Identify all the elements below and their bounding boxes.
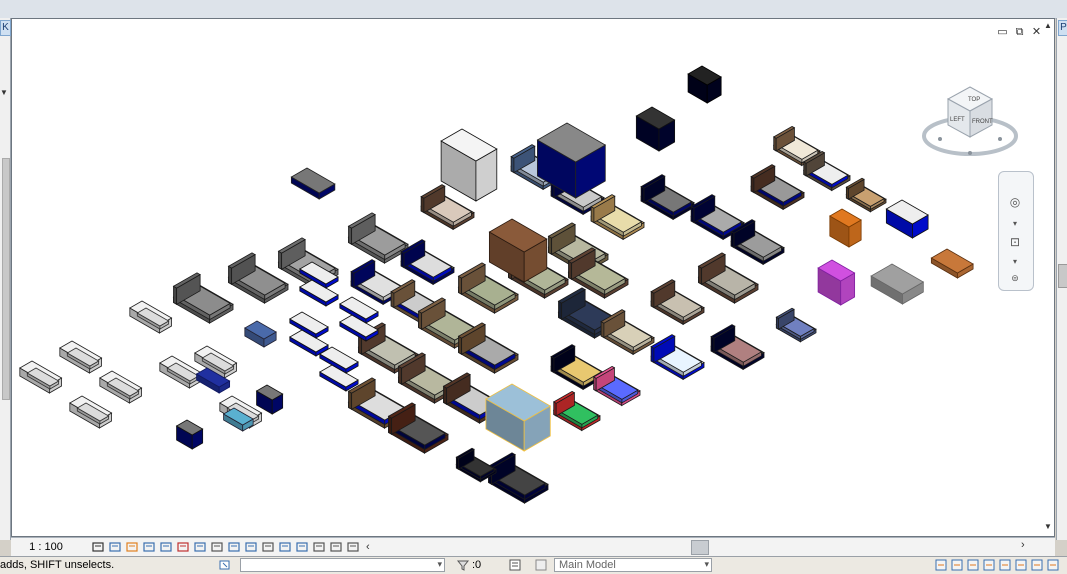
title-strip	[0, 0, 1067, 19]
navbar-options-icon[interactable]: ⊜	[1005, 268, 1025, 288]
viewcube-corner-dot[interactable]	[998, 137, 1002, 141]
filter-icon[interactable]	[456, 558, 470, 572]
left-scrollbar-thumb[interactable]	[2, 158, 10, 400]
active-only-icon[interactable]	[534, 558, 548, 572]
filter-selection-icon[interactable]	[1014, 558, 1028, 572]
viewcube-corner-dot[interactable]	[968, 151, 972, 155]
furniture-object[interactable]	[885, 199, 929, 239]
vertical-scrollbar[interactable]: ▲ ▼	[1042, 19, 1054, 536]
right-scrollbar-thumb[interactable]	[1058, 264, 1067, 288]
navigation-bar: ◎ ▾ ⊡ ▾ ⊜	[998, 171, 1034, 291]
furniture-object[interactable]	[870, 263, 925, 305]
furniture-object[interactable]	[488, 218, 548, 283]
select-by-face-icon[interactable]	[998, 558, 1012, 572]
design-option-selector[interactable]: Main Model ▾	[554, 558, 712, 572]
furniture-object[interactable]	[635, 106, 676, 152]
scroll-left-icon[interactable]: ‹	[366, 541, 370, 553]
highlight-icon[interactable]	[278, 540, 292, 554]
furniture-object[interactable]	[687, 65, 722, 104]
select-pinned-icon[interactable]	[982, 558, 996, 572]
press-drag-icon[interactable]	[1030, 558, 1044, 572]
project-browser-panel: K ▼	[0, 18, 11, 540]
constraints-icon[interactable]	[295, 540, 309, 554]
3d-viewport[interactable]: ▭ ⧉ ✕ TOP LEFT FRONT ◎ ▾ ⊡ ▾ ⊜ ▲ ▼	[11, 18, 1055, 537]
analysis-icon[interactable]	[261, 540, 275, 554]
view-control-icons	[91, 540, 360, 554]
worksharing-icon[interactable]	[312, 540, 326, 554]
viewcube-left-label: LEFT	[950, 117, 965, 123]
view-scale[interactable]: 1 : 100	[11, 541, 81, 553]
workset-icon[interactable]	[218, 558, 232, 572]
horizontal-scrollbar-thumb[interactable]	[691, 540, 709, 555]
furniture-object[interactable]	[817, 259, 856, 306]
select-links-icon[interactable]	[950, 558, 964, 572]
selected-furniture-object[interactable]	[485, 383, 552, 452]
crop-view-icon[interactable]	[176, 540, 190, 554]
status-message: adds, SHIFT unselects.	[0, 559, 115, 571]
furniture-object[interactable]	[440, 128, 498, 202]
minimize-icon[interactable]: ▭	[997, 27, 1008, 38]
detail-level-icon[interactable]	[91, 540, 105, 554]
properties-panel: P	[1056, 18, 1067, 540]
scroll-up-icon[interactable]: ▲	[1042, 21, 1054, 33]
status-bar: adds, SHIFT unselects. ▾ :0 Main Model ▾	[0, 556, 1067, 574]
furniture-object[interactable]	[175, 419, 204, 450]
panel-tab-right[interactable]: P	[1058, 20, 1067, 36]
workset-selector[interactable]: ▾	[240, 558, 445, 572]
temp-hide-icon[interactable]	[227, 540, 241, 554]
furniture-object[interactable]	[244, 320, 277, 348]
panel-tab-left[interactable]: K	[0, 20, 11, 36]
visual-style-icon[interactable]	[108, 540, 122, 554]
design-options-icon[interactable]	[329, 540, 343, 554]
shadows-icon[interactable]	[142, 540, 156, 554]
viewcube-top-label: TOP	[968, 97, 980, 103]
furniture-object[interactable]	[829, 208, 862, 248]
furniture-3d-scene[interactable]	[12, 19, 1042, 536]
editable-only-icon[interactable]	[1046, 558, 1060, 572]
design-options-icon[interactable]	[508, 558, 522, 572]
view-cube[interactable]: TOP LEFT FRONT	[920, 81, 1020, 161]
furniture-object[interactable]	[290, 167, 336, 200]
restore-icon[interactable]: ⧉	[1014, 27, 1025, 38]
close-icon[interactable]: ✕	[1031, 27, 1042, 38]
zoom-icon[interactable]: ⊡	[1005, 232, 1025, 252]
reveal-hidden-icon[interactable]	[244, 540, 258, 554]
view-window-controls: ▭ ⧉ ✕	[997, 27, 1042, 38]
wheel-dropdown-icon[interactable]: ▾	[1005, 214, 1025, 234]
select-underlay-icon[interactable]	[966, 558, 980, 572]
steering-wheel-icon[interactable]: ◎	[1005, 192, 1025, 212]
scroll-down-icon[interactable]: ▼	[1042, 522, 1054, 534]
furniture-object[interactable]	[930, 248, 974, 279]
furniture-object[interactable]	[255, 384, 284, 415]
scroll-right-icon[interactable]: ›	[1021, 539, 1025, 551]
viewcube-front-label: FRONT	[972, 119, 993, 125]
chevron-down-icon: ▾	[704, 559, 709, 569]
model-selector-label: Main Model	[559, 559, 616, 571]
view-control-bar: 1 : 100 ‹ ›	[11, 537, 1055, 556]
drag-elements-icon[interactable]	[934, 558, 948, 572]
sun-path-icon[interactable]	[125, 540, 139, 554]
render-icon[interactable]	[159, 540, 173, 554]
hide-analytical-icon[interactable]	[346, 540, 360, 554]
collapse-arrow-icon[interactable]: ▼	[0, 88, 8, 97]
viewcube-corner-dot[interactable]	[938, 137, 942, 141]
selection-count: :0	[472, 559, 482, 571]
lock-view-icon[interactable]	[210, 540, 224, 554]
show-crop-icon[interactable]	[193, 540, 207, 554]
chevron-down-icon: ▾	[437, 559, 442, 569]
